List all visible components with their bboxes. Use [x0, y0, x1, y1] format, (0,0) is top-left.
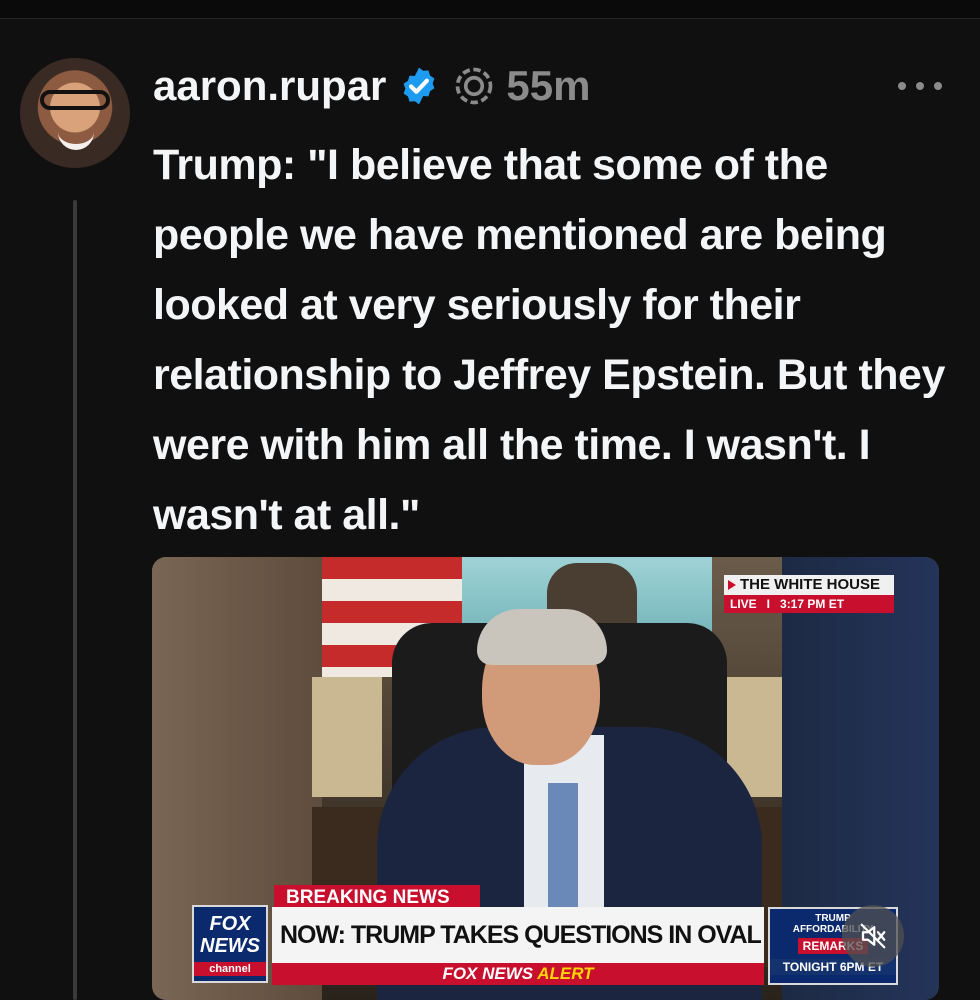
logo-line-1: FOX [209, 913, 251, 935]
live-time: 3:17 PM ET [780, 597, 845, 611]
alert-word: ALERT [537, 964, 594, 983]
threads-ring-icon [452, 64, 496, 108]
fox-news-logo: FOX NEWS channel [192, 905, 268, 983]
post-text: Trump: "I believe that some of the peopl… [153, 141, 945, 539]
live-status: LIVE I 3:17 PM ET [724, 595, 894, 613]
live-location-box: THE WHITE HOUSE LIVE I 3:17 PM ET [724, 575, 894, 615]
news-alert-bar: FOX NEWS ALERT [272, 963, 764, 985]
alert-prefix: FOX NEWS [442, 964, 534, 983]
post-time: 55m [506, 62, 591, 109]
logo-line-3: channel [194, 962, 266, 976]
photo-frames [312, 677, 382, 797]
news-chyron: FOX NEWS channel BREAKING NEWS NOW: TRUM… [192, 885, 912, 985]
dot [916, 82, 924, 90]
live-separator: I [766, 597, 771, 611]
chyron-headline: NOW: TRUMP TAKES QUESTIONS IN OVAL OFFIC… [272, 907, 764, 963]
location-text: THE WHITE HOUSE [740, 576, 881, 593]
logo-line-2: NEWS [200, 935, 260, 957]
post-header: aaron.rupar 55m [153, 58, 590, 114]
dot [898, 82, 906, 90]
thread-line [73, 200, 77, 1000]
live-location: THE WHITE HOUSE [724, 575, 894, 595]
speaker-hair [477, 609, 607, 665]
verified-badge-icon [398, 65, 440, 107]
more-options-icon[interactable] [898, 76, 942, 96]
play-triangle-icon [728, 580, 736, 590]
post-video[interactable]: THE WHITE HOUSE LIVE I 3:17 PM ET FOX NE… [152, 557, 939, 1000]
top-bar [0, 0, 980, 19]
avatar[interactable] [20, 58, 130, 168]
username[interactable]: aaron.rupar [153, 62, 386, 110]
avatar-smile [58, 126, 94, 150]
muted-speaker-icon[interactable] [842, 905, 904, 967]
avatar-glasses [40, 90, 110, 110]
live-label: LIVE [730, 597, 757, 611]
dot [934, 82, 942, 90]
